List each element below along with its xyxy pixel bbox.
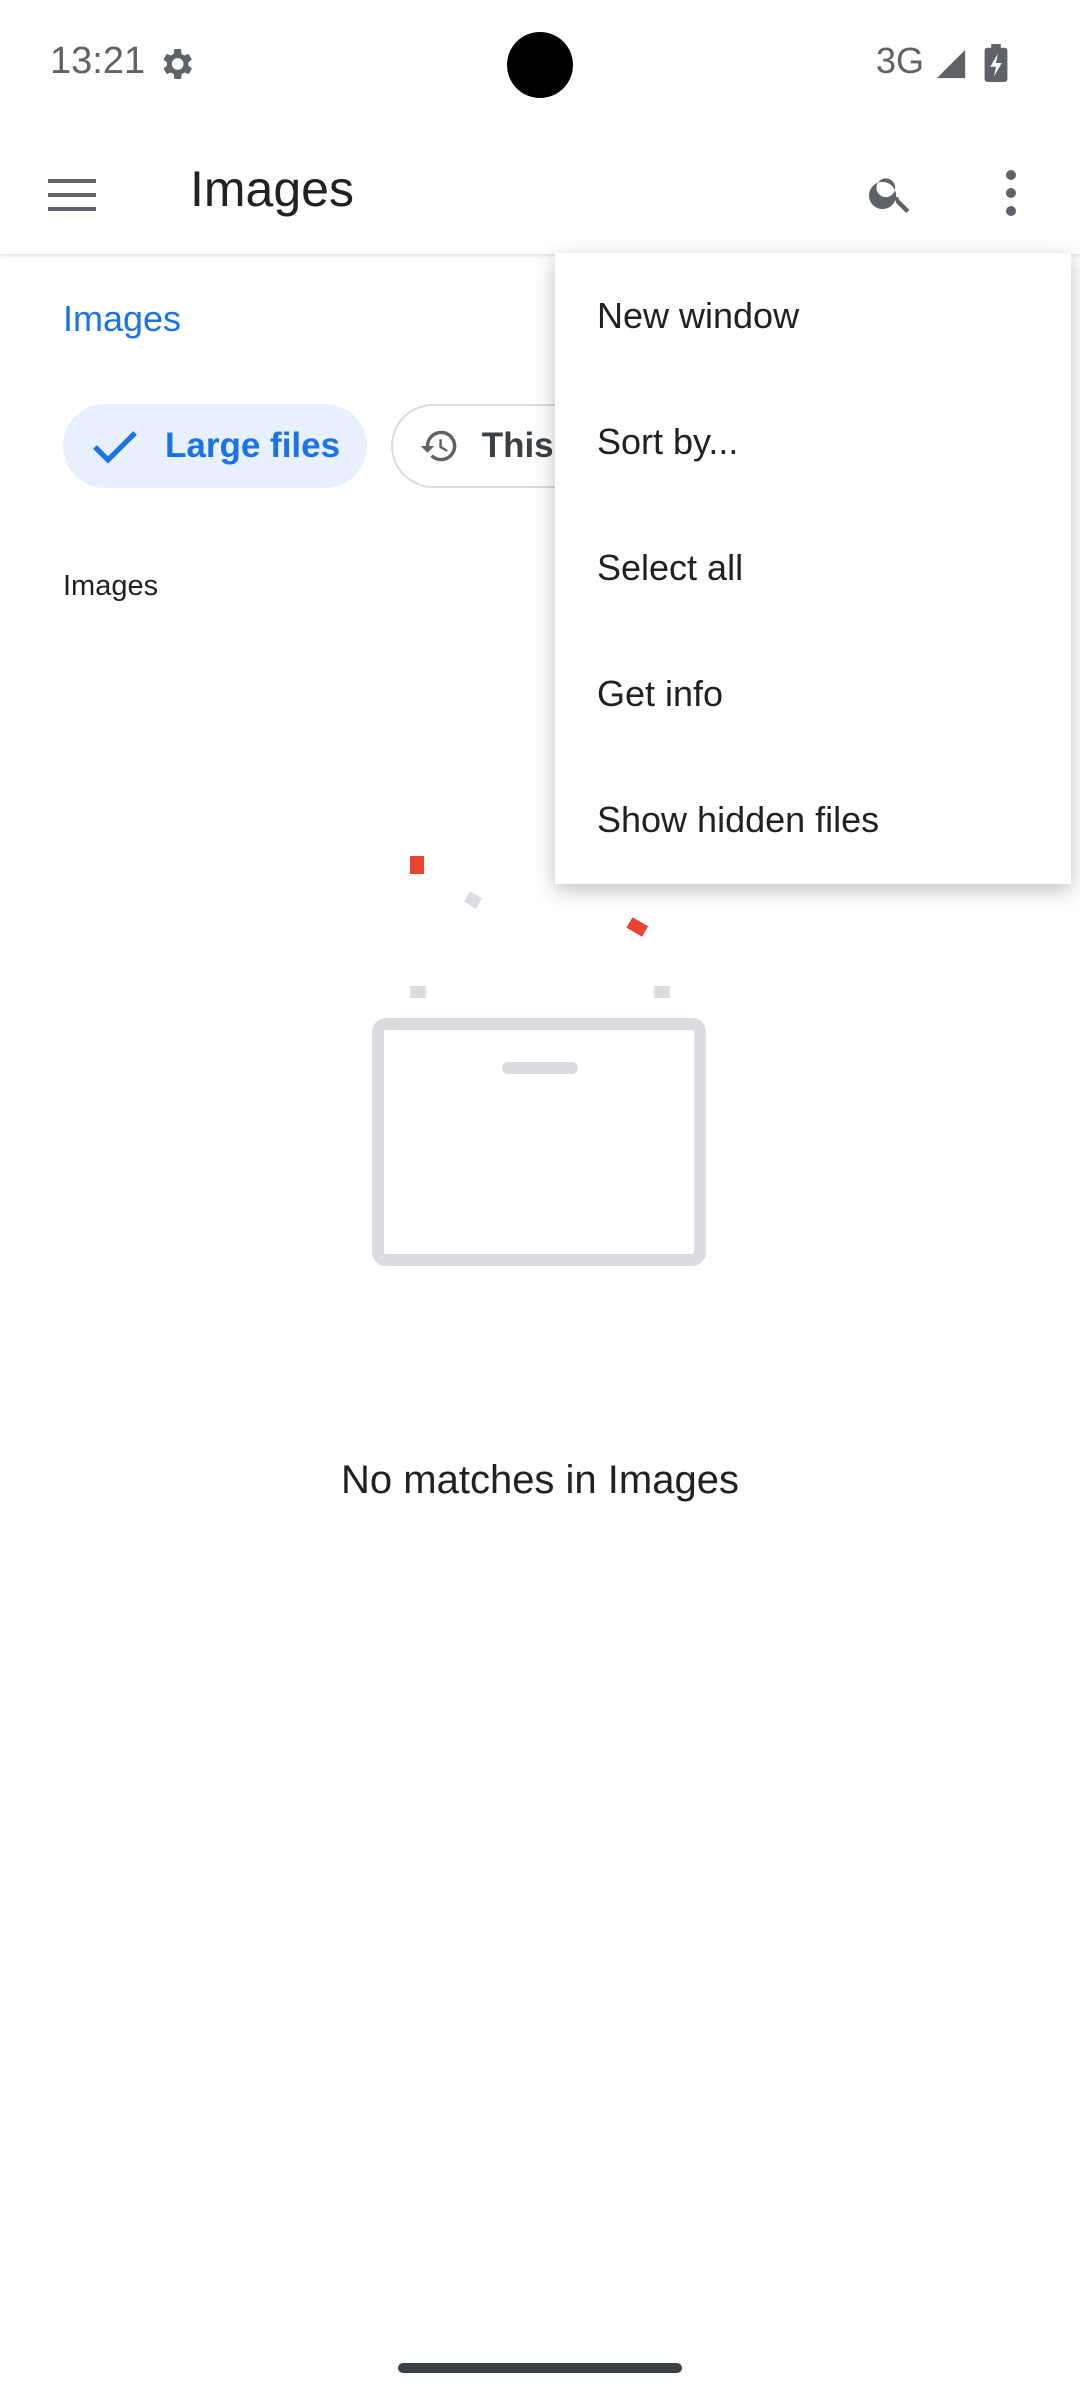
chip-label: Large files	[165, 426, 341, 465]
menu-item-new-window[interactable]: New window	[555, 253, 1071, 379]
more-vert-icon	[1006, 170, 1016, 216]
screen: 13:21 3G Images Images Large files This …	[0, 0, 1080, 2400]
status-time: 13:21	[50, 40, 146, 82]
menu-item-label: New window	[597, 295, 800, 336]
empty-folder-illustration	[372, 856, 706, 1266]
overflow-menu: New window Sort by... Select all Get inf…	[555, 253, 1071, 884]
menu-item-label: Get info	[597, 673, 724, 714]
app-bar: Images	[0, 130, 1080, 254]
gesture-navigation-handle[interactable]	[398, 2363, 682, 2373]
search-button[interactable]	[856, 158, 926, 228]
history-icon	[420, 430, 457, 462]
signal-icon	[936, 49, 966, 79]
empty-state-message: No matches in Images	[341, 1458, 739, 1502]
more-options-button[interactable]	[976, 158, 1046, 228]
breadcrumb[interactable]: Images	[63, 298, 181, 340]
camera-cutout	[507, 32, 573, 98]
hamburger-menu-icon	[48, 179, 96, 211]
menu-item-label: Select all	[597, 547, 744, 588]
battery-charging-icon	[984, 44, 1008, 82]
gear-icon	[163, 49, 192, 79]
menu-item-get-info[interactable]: Get info	[555, 631, 1071, 757]
status-bar: 13:21 3G	[0, 0, 1080, 130]
menu-item-show-hidden-files[interactable]: Show hidden files	[555, 757, 1071, 883]
search-icon	[868, 178, 910, 213]
chip-large-files[interactable]: Large files	[63, 404, 367, 488]
network-type: 3G	[876, 40, 925, 81]
section-label: Images	[63, 570, 159, 602]
page-title: Images	[190, 161, 354, 217]
navigation-menu-button[interactable]	[38, 160, 108, 230]
menu-item-sort-by[interactable]: Sort by...	[555, 379, 1071, 505]
menu-item-select-all[interactable]: Select all	[555, 505, 1071, 631]
check-icon	[93, 431, 137, 464]
menu-item-label: Sort by...	[597, 421, 739, 462]
menu-item-label: Show hidden files	[597, 799, 880, 840]
